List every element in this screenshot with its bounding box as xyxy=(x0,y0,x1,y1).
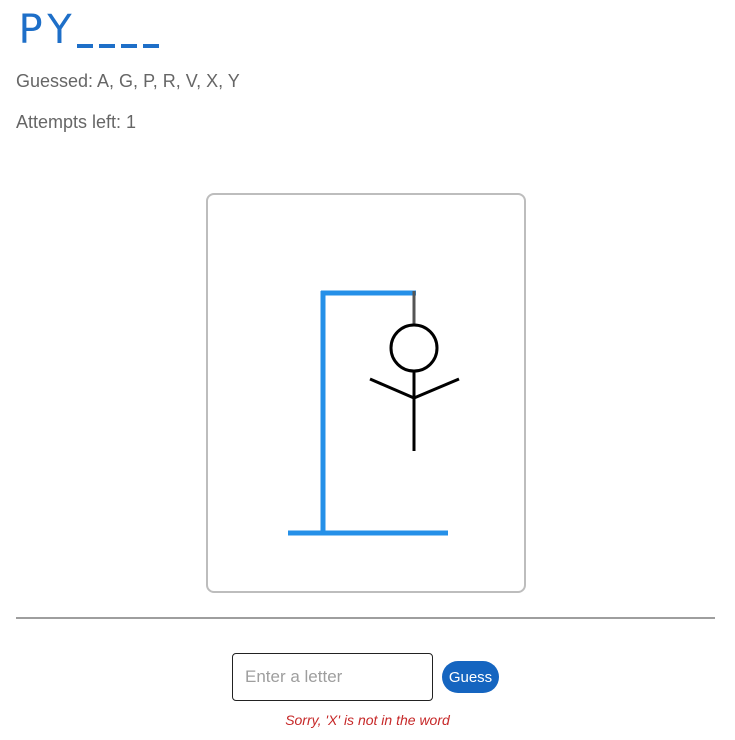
hangman-game: P Y Guessed: A, G, P, R, V, X, Y Attempt… xyxy=(0,0,735,740)
figure-head xyxy=(389,323,439,373)
feedback-message: Sorry, 'X' is not in the word xyxy=(285,712,450,728)
attempts-left: Attempts left: 1 xyxy=(16,112,137,132)
guessed-letters: Guessed: A, G, P, R, V, X, Y xyxy=(16,71,240,91)
letter-input[interactable] xyxy=(232,653,433,701)
divider xyxy=(16,617,715,619)
gallows-board xyxy=(206,193,526,593)
figure-right-arm xyxy=(413,377,460,400)
figure-left-arm xyxy=(369,377,415,400)
hangman-drawing-icon xyxy=(288,290,460,536)
guess-button[interactable]: Guess xyxy=(442,661,499,693)
word-letter-1: P xyxy=(18,7,43,53)
word-letter-2: Y xyxy=(47,7,72,53)
word-display: P Y xyxy=(16,4,162,52)
